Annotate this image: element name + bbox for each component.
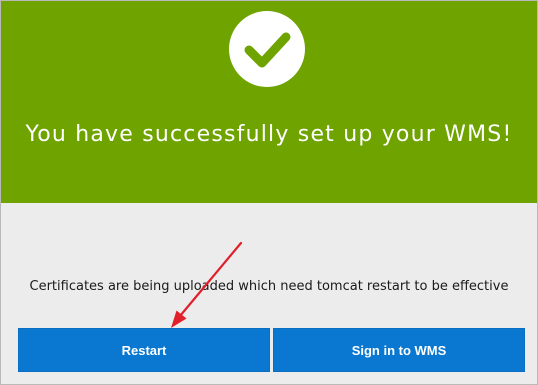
restart-button[interactable]: Restart — [18, 328, 270, 372]
success-banner: You have successfully set up your WMS! — [1, 1, 537, 203]
restart-button-label: Restart — [121, 342, 167, 358]
sign-in-button-label: Sign in to WMS — [351, 342, 447, 358]
sign-in-button[interactable]: Sign in to WMS — [273, 328, 525, 372]
check-icon — [229, 11, 305, 87]
success-title: You have successfully set up your WMS! — [25, 122, 513, 147]
restart-message: Certificates are being uploaded which ne… — [29, 279, 509, 294]
success-dialog: You have successfully set up your WMS! C… — [0, 0, 538, 385]
